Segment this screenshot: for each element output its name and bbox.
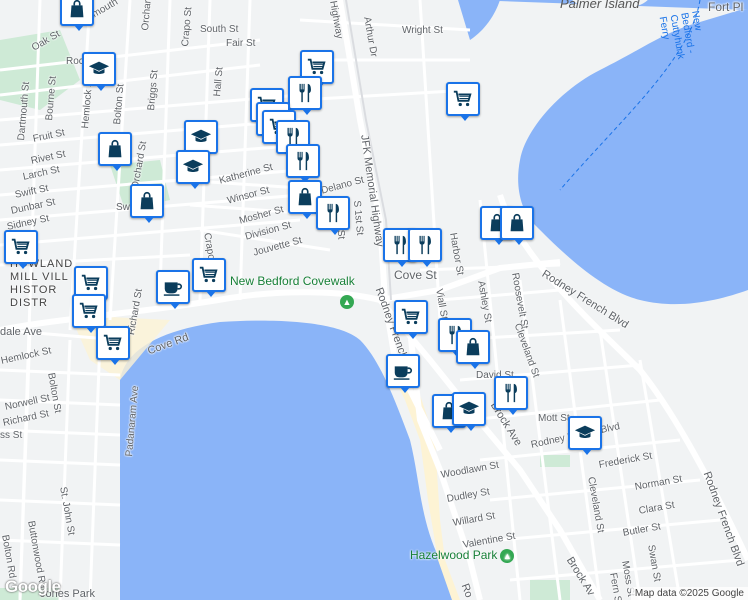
street-label: ss St [0,430,23,441]
school-marker[interactable] [82,52,116,91]
school-marker[interactable] [568,416,602,455]
street-label: Wright St [402,25,443,36]
cafe-marker[interactable] [156,270,190,309]
map-attribution[interactable]: Map data ©2025 Google [630,587,748,600]
district-line: MILL VILL [10,271,69,283]
fork-knife-icon [322,202,344,224]
ferry-route-label: New Bedford - Cuttyhunk Ferry [656,10,704,61]
street-label: Mott St [538,413,570,424]
shopping-bag-marker[interactable] [98,132,132,171]
restaurant-marker[interactable] [494,376,528,415]
fork-knife-icon [414,234,436,256]
google-logo: Google [5,577,61,596]
graduation-cap-icon [574,422,596,444]
park-icon: ▲ [340,295,354,309]
grocery-marker[interactable] [394,300,428,339]
shopping-bag-marker[interactable] [456,330,490,369]
school-marker[interactable] [184,120,218,159]
grocery-marker[interactable] [446,82,480,121]
grocery-marker[interactable] [96,326,130,365]
shopping-bag-icon [104,138,126,160]
shopping-cart-icon [80,272,102,294]
graduation-cap-icon [182,156,204,178]
covewalk-label: New Bedford Covewalk [230,274,355,288]
graduation-cap-icon [458,398,480,420]
school-marker[interactable] [176,150,210,189]
shopping-cart-icon [10,236,32,258]
coffee-cup-icon [392,360,414,382]
restaurant-marker[interactable] [316,196,350,235]
covewalk-poi[interactable]: New Bedford Covewalk [230,274,355,288]
shopping-cart-icon [198,264,220,286]
park-icon: ▲ [500,548,515,563]
shopping-cart-icon [452,88,474,110]
grocery-marker[interactable] [192,258,226,297]
cafe-marker[interactable] [386,354,420,393]
shopping-cart-icon [102,332,124,354]
street-label: Sw [116,202,130,213]
shopping-bag-icon [506,212,528,234]
shopping-bag-marker[interactable] [130,184,164,223]
shopping-cart-icon [78,300,100,322]
district-line: HISTOR [10,284,58,296]
street-label: South St [200,24,239,35]
fork-knife-icon [292,150,314,172]
street-label: Fair St [226,38,256,49]
shopping-bag-icon [136,190,158,212]
fork-knife-icon [294,82,316,104]
fork-knife-icon [500,382,522,404]
fort-label: Fort Pl [708,0,744,14]
shopping-cart-icon [400,306,422,328]
shopping-bag-icon [294,186,316,208]
restaurant-marker[interactable] [288,76,322,115]
restaurant-marker[interactable] [408,228,442,267]
restaurant-marker[interactable] [286,144,320,183]
graduation-cap-icon [88,58,110,80]
school-marker[interactable] [452,392,486,431]
grocery-marker[interactable] [72,294,106,333]
grocery-marker[interactable] [4,230,38,269]
shopping-bag-icon [66,0,88,20]
hazelwood-park-label: Hazelwood Park [410,548,498,562]
map-canvas[interactable]: Palmer Island Fort Pl New Bedford - Cutt… [0,0,748,600]
shopping-bag-marker[interactable] [60,0,94,31]
district-line: DISTR [10,297,48,309]
street-label: Cove St [394,268,437,282]
shopping-cart-icon [306,56,328,78]
shopping-bag-marker[interactable] [500,206,534,245]
palmer-island-label: Palmer Island [560,0,640,11]
shopping-bag-icon [462,336,484,358]
street-label: dale Ave [0,326,43,338]
hazelwood-park-poi[interactable]: Hazelwood Park ▲ [410,548,515,563]
upper-harbor-water [458,0,500,40]
coffee-cup-icon [162,276,184,298]
graduation-cap-icon [190,126,212,148]
map-base-layer [0,0,748,600]
